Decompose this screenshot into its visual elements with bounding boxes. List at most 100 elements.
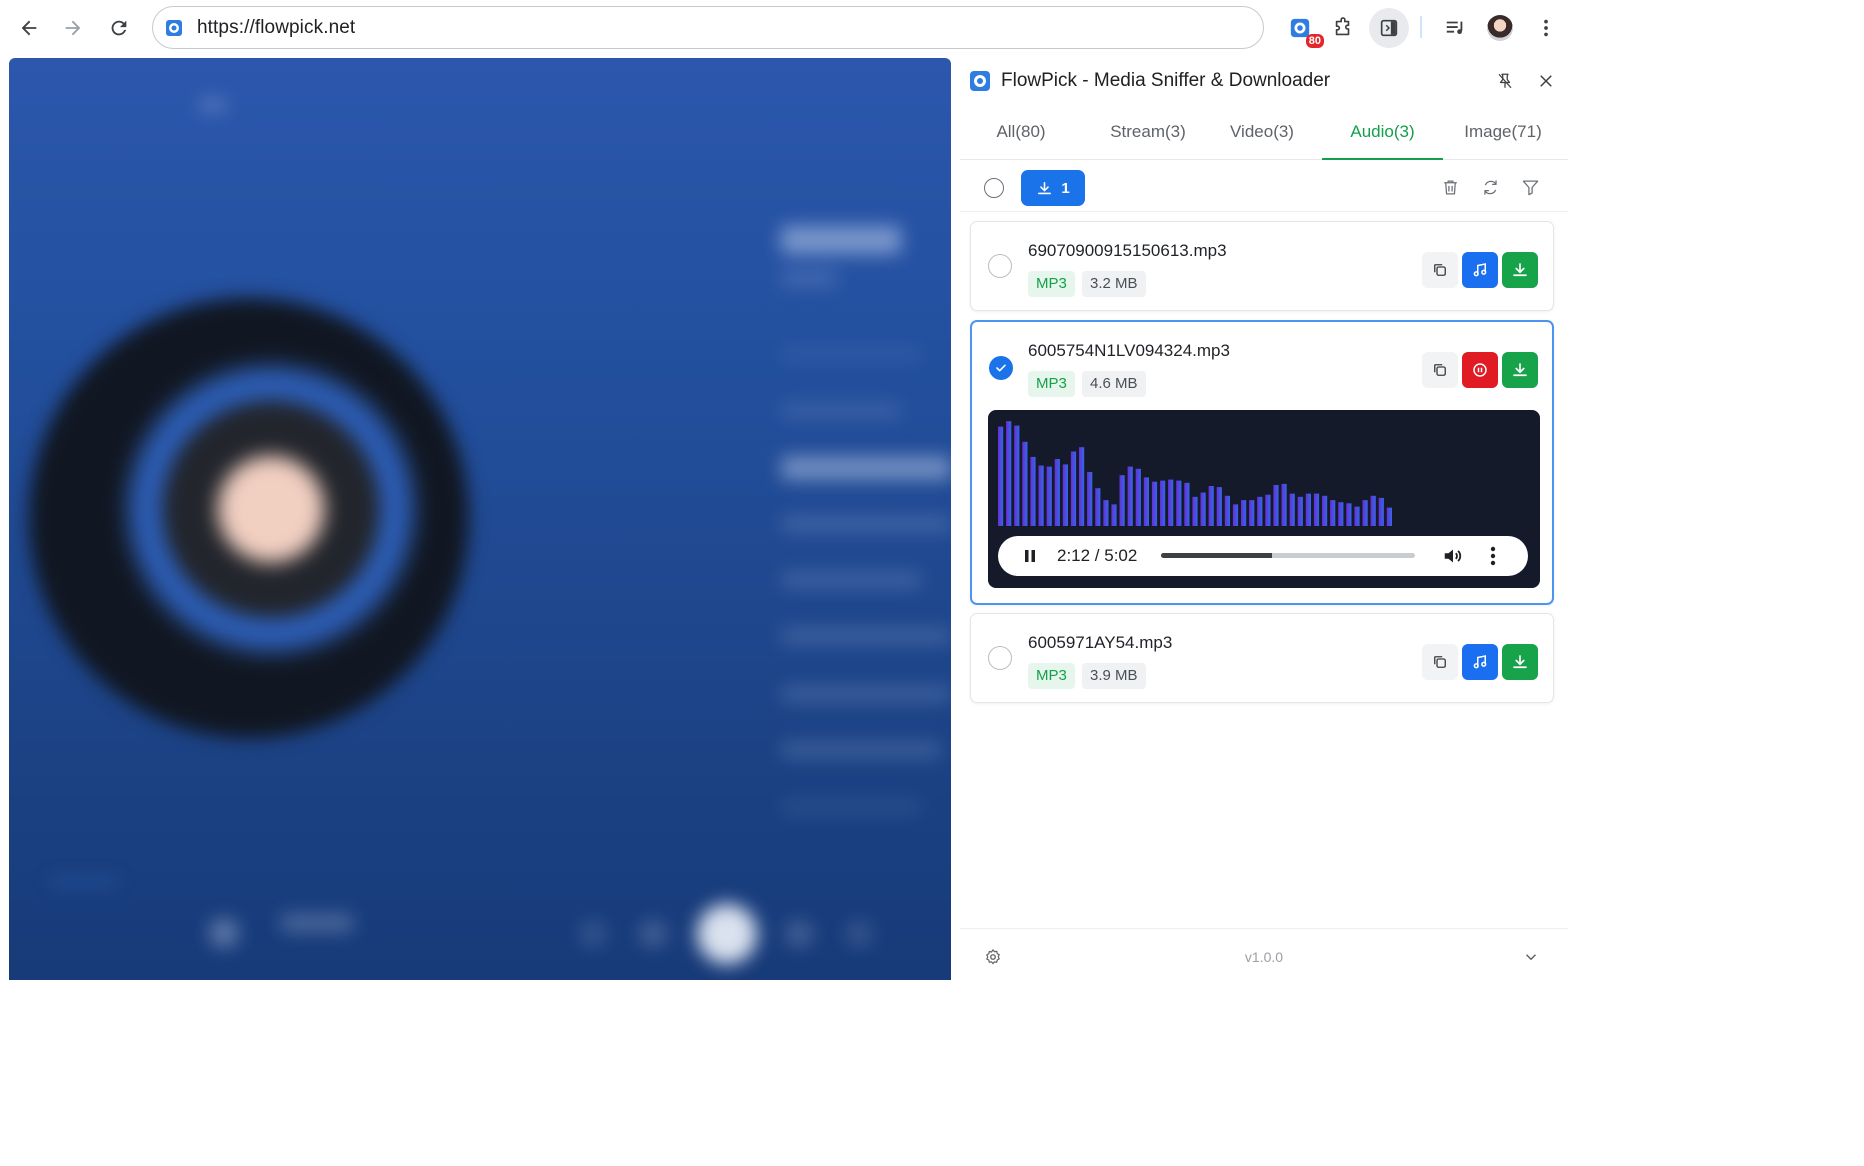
clear-list-button[interactable] <box>1439 176 1461 198</box>
spectrum-bar <box>1232 504 1239 526</box>
check-icon <box>996 364 1006 372</box>
spectrum-bar <box>1305 493 1311 526</box>
reload-button[interactable] <box>101 10 137 46</box>
reload-icon <box>111 20 127 36</box>
playback-time: 2:12 / 5:02 <box>1057 546 1138 565</box>
select-all-checkbox[interactable] <box>984 178 1004 198</box>
spectrum-bar <box>1273 485 1279 526</box>
flowpick-logo-icon <box>970 71 990 91</box>
spectrum-bar <box>1184 482 1190 526</box>
blurred-text <box>49 878 119 886</box>
seek-bar[interactable] <box>1161 553 1415 558</box>
collapse-button[interactable] <box>1520 946 1542 968</box>
media-item-card[interactable]: 6005754N1LV094324.mp3 MP3 4.6 MB 2:12 / … <box>970 320 1554 605</box>
filter-button[interactable] <box>1519 176 1541 198</box>
blurred-text <box>781 800 921 814</box>
spectrum-bar <box>1070 451 1077 526</box>
copy-link-button[interactable] <box>1422 352 1458 388</box>
blurred-text <box>781 348 921 360</box>
spectrum-bar <box>998 426 1004 526</box>
side-panel-icon <box>1380 19 1398 37</box>
back-button[interactable] <box>11 10 47 46</box>
pause-icon[interactable] <box>1022 548 1038 564</box>
format-badge: MP3 <box>1028 663 1075 689</box>
download-button[interactable] <box>1502 252 1538 288</box>
copy-link-button[interactable] <box>1422 252 1458 288</box>
spectrum-bar <box>1330 500 1336 526</box>
media-control-button[interactable] <box>1437 10 1473 46</box>
spectrum-bar <box>1038 465 1044 526</box>
blurred-control <box>845 920 873 948</box>
kebab-menu-icon <box>1544 19 1548 37</box>
play-audio-button[interactable] <box>1462 644 1498 680</box>
music-note-icon <box>1473 263 1487 277</box>
extension-badge: 80 <box>1305 34 1324 48</box>
address-bar[interactable]: https://flowpick.net <box>152 6 1264 49</box>
spectrum-bar <box>1378 497 1384 526</box>
spectrum-bar <box>1354 506 1360 526</box>
volume-icon[interactable] <box>1442 545 1464 567</box>
audio-spectrum-visualizer <box>998 421 1392 526</box>
selected-count: 1 <box>1061 179 1070 197</box>
url-text[interactable]: https://flowpick.net <box>197 17 355 39</box>
spectrum-bar <box>1297 496 1303 526</box>
more-options-icon[interactable] <box>1490 546 1496 566</box>
spectrum-bar <box>1111 504 1117 526</box>
blurred-text <box>781 572 921 588</box>
format-badge: MP3 <box>1028 371 1075 397</box>
download-icon <box>1513 363 1527 377</box>
spectrum-bar <box>1241 500 1247 526</box>
download-button[interactable] <box>1502 352 1538 388</box>
download-button[interactable] <box>1502 644 1538 680</box>
blurred-text <box>781 516 951 532</box>
tab-audio[interactable]: Audio(3) <box>1322 122 1443 160</box>
download-selected-button[interactable]: 1 <box>1021 170 1085 206</box>
item-select-checkbox[interactable] <box>989 356 1013 380</box>
browser-menu-button[interactable] <box>1528 10 1564 46</box>
blurred-text <box>781 628 951 644</box>
blurred-text <box>199 98 227 112</box>
side-panel-button[interactable] <box>1369 8 1409 48</box>
tab-video[interactable]: Video(3) <box>1216 122 1308 160</box>
music-note-icon <box>1473 655 1487 669</box>
back-icon <box>21 20 37 36</box>
profile-avatar[interactable] <box>1487 15 1513 41</box>
play-audio-button[interactable] <box>1462 252 1498 288</box>
refresh-button[interactable] <box>1479 176 1501 198</box>
blurred-control <box>639 920 667 948</box>
flowpick-side-panel: FlowPick - Media Sniffer & Downloader Al… <box>960 56 1568 983</box>
download-icon <box>1038 181 1052 194</box>
unpin-button[interactable] <box>1494 70 1516 92</box>
tab-all[interactable]: All(80) <box>978 122 1064 160</box>
spectrum-bar <box>1054 459 1060 526</box>
spectrum-bar <box>1200 492 1206 526</box>
blurred-text <box>281 914 353 932</box>
item-select-checkbox[interactable] <box>988 646 1012 670</box>
media-item-card[interactable]: 6005971AY54.mp3 MP3 3.9 MB <box>970 613 1554 703</box>
blurred-control <box>209 918 239 948</box>
tab-image[interactable]: Image(71) <box>1454 122 1552 160</box>
item-select-checkbox[interactable] <box>988 254 1012 278</box>
spectrum-bar <box>1151 481 1158 526</box>
spectrum-bar <box>1160 480 1166 526</box>
size-badge: 3.9 MB <box>1082 663 1146 689</box>
spectrum-bar <box>1014 425 1020 526</box>
flowpick-extension-button[interactable]: 80 <box>1282 10 1324 48</box>
tab-stream[interactable]: Stream(3) <box>1094 122 1202 160</box>
site-info-icon[interactable] <box>165 19 183 37</box>
close-panel-button[interactable] <box>1535 70 1557 92</box>
spectrum-bar <box>1208 486 1214 526</box>
forward-button[interactable] <box>55 10 91 46</box>
vinyl-record-artwork <box>29 298 469 738</box>
seek-bar-progress <box>1161 553 1272 558</box>
copy-link-button[interactable] <box>1422 644 1458 680</box>
spectrum-bar <box>1257 496 1263 526</box>
extensions-button[interactable] <box>1325 10 1361 46</box>
spectrum-bar <box>1030 456 1036 526</box>
stop-audio-button[interactable] <box>1462 352 1498 388</box>
media-item-card[interactable]: 69070900915150613.mp3 MP3 3.2 MB <box>970 221 1554 311</box>
blurred-text <box>781 404 901 418</box>
audio-player: 2:12 / 5:02 <box>988 410 1540 588</box>
spectrum-bar <box>1362 500 1368 526</box>
pause-circle-icon <box>1473 363 1487 377</box>
